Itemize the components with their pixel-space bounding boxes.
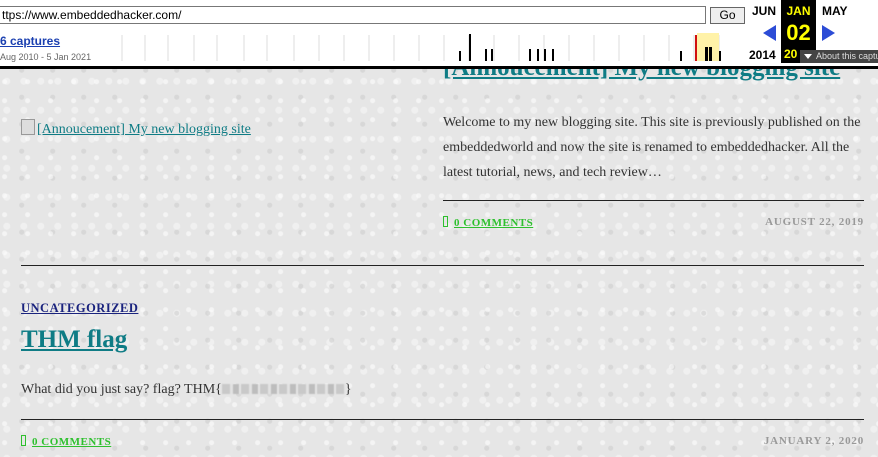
- current-day: 02: [786, 20, 811, 45]
- caret-down-icon: [804, 54, 812, 60]
- about-capture-label: About this capture: [816, 51, 878, 61]
- comments-count[interactable]: 0 COMMENTS: [32, 436, 111, 448]
- next-capture-arrow-icon[interactable]: [822, 25, 835, 41]
- comment-icon: [443, 216, 448, 227]
- current-year: 20: [784, 47, 798, 61]
- go-button[interactable]: Go: [710, 7, 745, 24]
- wayback-toolbar: ttps://www.embeddedhacker.com/ Go 6 capt…: [0, 0, 878, 69]
- current-month: JAN: [786, 4, 811, 18]
- divider: [443, 200, 864, 201]
- next-month-label[interactable]: MAY: [822, 4, 848, 18]
- capture-range: Aug 2010 - 5 Jan 2021: [0, 52, 92, 62]
- comment-icon: [21, 435, 26, 446]
- about-capture-dropdown[interactable]: About this capture: [800, 50, 878, 63]
- image-alt-text: [Annoucement] My new blogging site: [37, 122, 251, 137]
- divider: [21, 419, 864, 420]
- comments-link[interactable]: 0 COMMENTS: [21, 435, 111, 448]
- url-input[interactable]: ttps://www.embeddedhacker.com/: [0, 6, 706, 24]
- post-content-suffix: }: [344, 382, 352, 397]
- prev-month-label[interactable]: JUN: [752, 4, 776, 18]
- post-content-prefix: What did you just say? flag? THM{: [21, 382, 222, 397]
- post-title-link[interactable]: THM flag: [21, 326, 127, 354]
- divider: [21, 265, 864, 266]
- prev-year-label[interactable]: 2014: [749, 48, 776, 62]
- post-date: JANUARY 2, 2020: [763, 435, 864, 447]
- category-link[interactable]: UNCATEGORIZED: [21, 301, 138, 316]
- captures-link[interactable]: 6 captures: [0, 34, 60, 48]
- post-thumbnail-link[interactable]: [Annoucement] My new blogging site: [21, 119, 251, 138]
- capture-sparkline[interactable]: [97, 31, 745, 63]
- post-excerpt: Welcome to my new blogging site. This si…: [443, 115, 861, 180]
- redacted-flag: [221, 384, 345, 394]
- broken-image-icon: [21, 119, 35, 135]
- post-content: What did you just say? flag? THM{}: [21, 382, 352, 398]
- comments-link[interactable]: 0 COMMENTS: [443, 216, 533, 229]
- post-date: AUGUST 22, 2019: [765, 216, 864, 228]
- prev-capture-arrow-icon[interactable]: [763, 25, 776, 41]
- comments-count[interactable]: 0 COMMENTS: [454, 217, 533, 229]
